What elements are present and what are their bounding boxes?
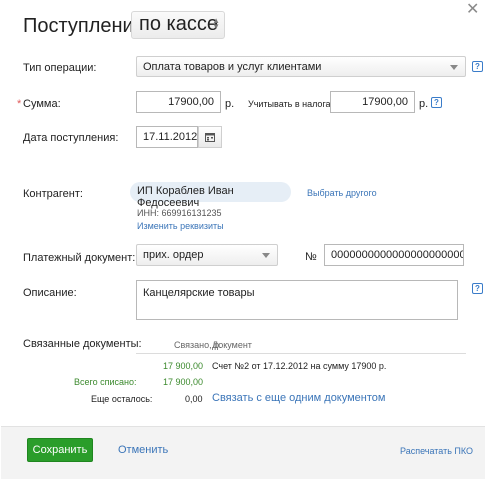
required-marker: * bbox=[17, 98, 22, 110]
receipt-type-select[interactable]: по кассе ▲ ▼ bbox=[131, 11, 225, 39]
link-more-docs[interactable]: Связать с еще одним документом bbox=[212, 392, 385, 404]
counterparty-label: Контрагент: bbox=[23, 188, 83, 200]
payment-doc-type-value: прих. ордер bbox=[143, 249, 204, 261]
taxes-currency: р. bbox=[419, 98, 429, 110]
chevron-down-icon bbox=[450, 65, 458, 70]
receipt-dialog: ✕ Поступление по кассе ▲ ▼ Тип операции: … bbox=[1, 1, 485, 479]
table-divider bbox=[136, 353, 466, 354]
description-textarea[interactable]: Канцелярские товары bbox=[136, 280, 458, 320]
col-doc-header: Документ bbox=[212, 340, 252, 350]
total-label: Всего списано: bbox=[74, 377, 137, 387]
description-label: Описание: bbox=[23, 287, 77, 299]
operation-type-label: Тип операции: bbox=[23, 62, 97, 74]
doc-number-label: № bbox=[305, 251, 317, 263]
change-details-link[interactable]: Изменить реквизиты bbox=[137, 221, 224, 231]
remaining-label: Еще осталось: bbox=[91, 394, 153, 404]
operation-type-select[interactable]: Оплата товаров и услуг клиентами bbox=[136, 56, 466, 77]
operation-type-value: Оплата товаров и услуг клиентами bbox=[143, 61, 322, 73]
print-pko-link[interactable]: Распечатать ПКО bbox=[400, 446, 473, 456]
help-icon[interactable]: ? bbox=[472, 283, 483, 294]
cancel-link[interactable]: Отменить bbox=[118, 444, 168, 456]
calendar-button[interactable] bbox=[198, 126, 222, 148]
counterparty-chip[interactable]: ИП Кораблев Иван Федосеевич bbox=[130, 182, 291, 209]
date-label: Дата поступления: bbox=[23, 132, 119, 144]
close-icon[interactable]: ✕ bbox=[466, 2, 479, 18]
receipt-type-value: по кассе bbox=[139, 13, 218, 35]
inn-text: ИНН: 669916131235 bbox=[137, 208, 222, 218]
choose-other-link[interactable]: Выбрать другого bbox=[307, 188, 377, 198]
row-linked-amount: 17 900,00 bbox=[163, 361, 204, 371]
help-icon[interactable]: ? bbox=[472, 61, 483, 72]
updown-arrows-icon: ▲ ▼ bbox=[212, 16, 220, 31]
row-doc[interactable]: Счет №2 от 17.12.2012 на сумму 17900 р. bbox=[212, 361, 386, 371]
remaining-value: 0,00 bbox=[185, 394, 203, 404]
amount-input[interactable]: 17900,00 bbox=[136, 91, 221, 113]
amount-label: Сумма: bbox=[23, 98, 61, 110]
payment-doc-label: Платежный документ: bbox=[23, 252, 136, 264]
help-icon[interactable]: ? bbox=[431, 97, 442, 108]
counterparty-name: ИП Кораблев Иван Федосеевич bbox=[137, 185, 234, 209]
save-button[interactable]: Сохранить bbox=[27, 438, 93, 462]
doc-number-input[interactable]: 0000000000000000000000 bbox=[324, 244, 464, 266]
payment-doc-type-select[interactable]: прих. ордер bbox=[136, 244, 278, 266]
date-input[interactable]: 17.11.2012 bbox=[136, 126, 198, 148]
total-value: 17 900,00 bbox=[163, 377, 204, 387]
chevron-down-icon bbox=[262, 253, 270, 258]
calendar-icon bbox=[205, 133, 215, 142]
amount-currency: р. bbox=[225, 98, 235, 110]
taxes-label: Учитывать в налогах: bbox=[248, 99, 338, 109]
dialog-title: Поступление bbox=[23, 15, 145, 37]
taxes-input[interactable]: 17900,00 bbox=[330, 91, 415, 113]
related-docs-label: Связанные документы: bbox=[23, 338, 142, 350]
